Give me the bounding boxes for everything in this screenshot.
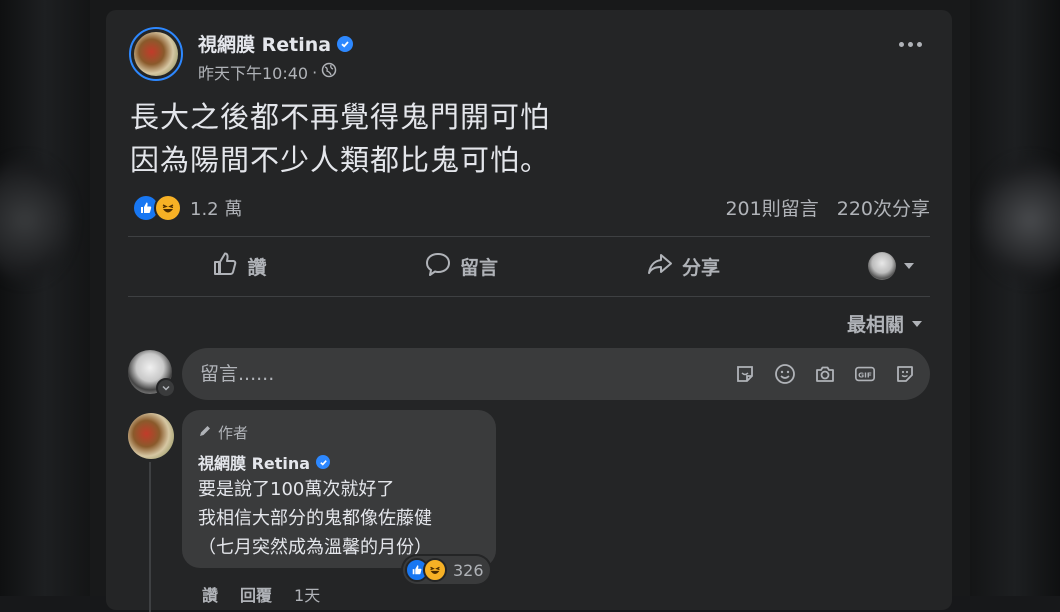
author-name-text[interactable]: 視網膜 Retina <box>198 30 331 57</box>
gif-icon[interactable]: GIF <box>854 363 876 385</box>
chevron-down-icon <box>904 263 914 269</box>
author-name[interactable]: 視網膜 Retina <box>198 30 354 57</box>
comment-reaction-count: 326 <box>453 560 484 580</box>
thread-line <box>149 462 151 612</box>
shares-count[interactable]: 220次分享 <box>837 194 930 221</box>
comment-button[interactable]: 留言 <box>350 250 572 283</box>
sort-label: 最相關 <box>846 314 904 336</box>
share-button[interactable]: 分享 <box>572 250 794 283</box>
camera-icon[interactable] <box>814 363 836 385</box>
feed-panel: 視網膜 Retina 昨天下午10:40 · 長大之後都不再覺得鬼門開可怕 因為… <box>90 0 970 612</box>
reaction-count[interactable]: 1.2 萬 <box>190 195 242 221</box>
comment-reactions[interactable]: 326 <box>403 556 490 584</box>
comment-author-avatar[interactable] <box>128 413 174 459</box>
verified-badge-icon <box>316 455 331 469</box>
post-card: 視網膜 Retina 昨天下午10:40 · 長大之後都不再覺得鬼門開可怕 因為… <box>106 10 952 612</box>
like-button[interactable]: 讚 <box>128 250 350 283</box>
more-icon[interactable] <box>899 42 922 47</box>
blurred-background-left <box>0 0 90 596</box>
comment-line: 我相信大部分的鬼都像佐藤健 <box>198 508 432 529</box>
audience-selector[interactable] <box>794 252 930 280</box>
comment-label: 留言 <box>459 256 498 279</box>
divider <box>128 296 930 297</box>
haha-icon <box>423 558 447 582</box>
share-label: 分享 <box>681 256 720 279</box>
avatar-menu-chevron-icon[interactable] <box>156 378 176 398</box>
post-meta: 昨天下午10:40 · <box>198 60 337 84</box>
like-label: 讚 <box>247 256 267 279</box>
author-tag-label: 作者 <box>218 424 249 442</box>
comments-count[interactable]: 201則留言 <box>725 194 818 221</box>
emoji-icon[interactable] <box>774 363 796 385</box>
svg-text:GIF: GIF <box>858 371 872 380</box>
thumbs-up-icon <box>211 250 239 283</box>
share-icon <box>646 250 674 283</box>
comment-sort-dropdown[interactable]: 最相關 <box>847 310 922 337</box>
comment-text: 要是說了100萬次就好了 我相信大部分的鬼都像佐藤健 （七月突然成為溫馨的月份） <box>198 475 432 562</box>
post-text-line: 長大之後都不再覺得鬼門開可怕 <box>130 100 551 134</box>
blurred-background-right <box>970 0 1060 596</box>
comment-author-name[interactable]: 視網膜 Retina <box>198 450 331 474</box>
chevron-down-icon <box>912 320 922 327</box>
post-timestamp[interactable]: 昨天下午10:40 <box>198 60 308 84</box>
post-text: 長大之後都不再覺得鬼門開可怕 因為陽間不少人類都比鬼可怕。 <box>130 96 550 182</box>
sticker-icon[interactable] <box>734 363 756 385</box>
globe-icon <box>321 62 337 82</box>
meta-separator: · <box>312 62 318 82</box>
comment-line: （七月突然成為溫馨的月份） <box>198 537 432 558</box>
comment-composer: GIF <box>182 348 930 400</box>
current-user-avatar[interactable] <box>128 350 176 398</box>
pencil-icon <box>198 424 212 442</box>
haha-icon <box>154 194 182 222</box>
comment-input[interactable] <box>182 362 734 386</box>
verified-badge-icon <box>337 35 354 52</box>
comment-actions: 讚 回覆 1天 <box>202 582 320 606</box>
comment-icon <box>424 250 452 283</box>
comment-line: 要是說了100萬次就好了 <box>198 479 395 500</box>
comment-bubble: 作者 視網膜 Retina 要是說了100萬次就好了 我相信大部分的鬼都像佐藤健… <box>182 410 496 584</box>
composer-tools: GIF <box>734 363 930 385</box>
comment-like-link[interactable]: 讚 <box>202 582 218 606</box>
post-stats: 201則留言 220次分享 <box>725 194 930 221</box>
comment-reply-link[interactable]: 回覆 <box>240 582 272 606</box>
avatar-sticker-icon[interactable] <box>894 363 916 385</box>
user-avatar-small <box>868 252 896 280</box>
comment-author-name-text[interactable]: 視網膜 Retina <box>198 450 310 474</box>
comment-time[interactable]: 1天 <box>294 582 320 606</box>
action-bar: 讚 留言 分享 <box>128 236 930 296</box>
post-text-line: 因為陽間不少人類都比鬼可怕。 <box>130 143 551 177</box>
reactions-summary[interactable]: 1.2 萬 <box>132 194 242 222</box>
author-avatar[interactable] <box>129 27 183 81</box>
author-tag: 作者 <box>198 422 248 443</box>
